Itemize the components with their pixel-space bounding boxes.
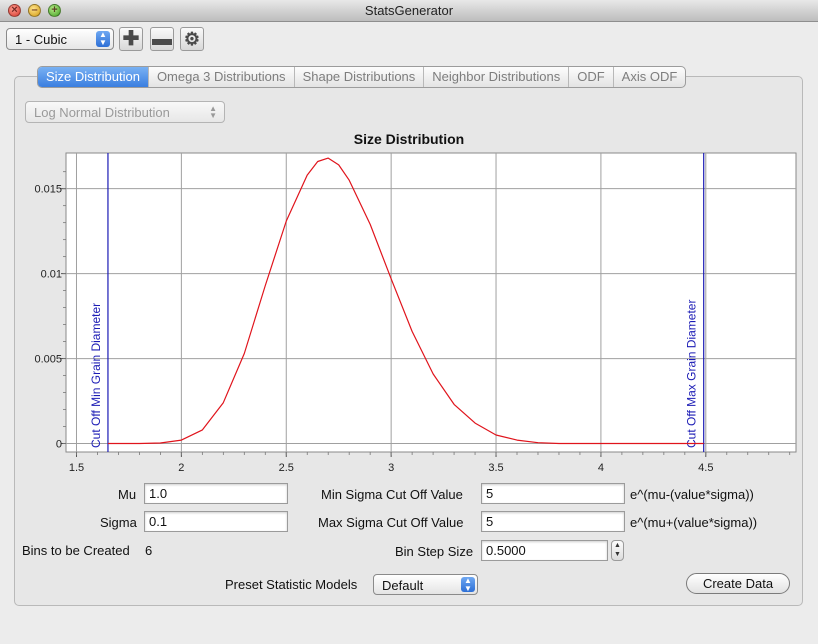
preset-models-label: Preset Statistic Models [225,577,358,592]
bin-step-label: Bin Step Size [395,544,474,559]
bins-value: 6 [145,543,153,558]
max-sigma-formula: e^(mu+(value*sigma)) [630,515,758,530]
x-tick-label: 3.5 [488,462,503,474]
x-tick-label: 1.5 [69,462,84,474]
bin-step-input[interactable] [481,540,608,561]
min-sigma-label: Min Sigma Cut Off Value [321,487,463,502]
bins-label: Bins to be Created [22,543,130,558]
x-tick-label: 2 [178,462,184,474]
y-tick-label: 0 [56,439,62,451]
stepper-arrows-icon: ▲ ▼ [614,542,621,558]
min-sigma-formula: e^(mu-(value*sigma)) [630,487,754,502]
x-tick-label: 4.5 [698,462,713,474]
max-cutoff-label: Cut Off Max Grain Diameter [685,300,699,449]
min-sigma-input[interactable] [481,483,625,504]
preset-models-value: Default [382,578,424,593]
x-tick-label: 4 [598,462,604,474]
y-tick-label: 0.015 [34,184,62,196]
max-sigma-input[interactable] [481,511,625,532]
x-tick-label: 2.5 [279,462,294,474]
updown-arrows-icon: ▲ ▼ [461,577,475,593]
mu-input[interactable] [144,483,288,504]
sigma-input[interactable] [144,511,288,532]
sigma-label: Sigma [100,515,137,530]
max-sigma-label: Max Sigma Cut Off Value [318,515,464,530]
bin-step-stepper[interactable]: ▲ ▼ [611,540,624,561]
preset-models-select[interactable]: Default ▲ ▼ [373,574,478,595]
create-data-button[interactable]: Create Data [686,573,790,594]
mu-label: Mu [118,487,137,502]
y-tick-label: 0.005 [34,354,62,366]
min-cutoff-label: Cut Off Min Grain Diameter [89,303,103,448]
y-tick-label: 0.01 [41,269,62,281]
x-tick-label: 3 [388,462,394,474]
